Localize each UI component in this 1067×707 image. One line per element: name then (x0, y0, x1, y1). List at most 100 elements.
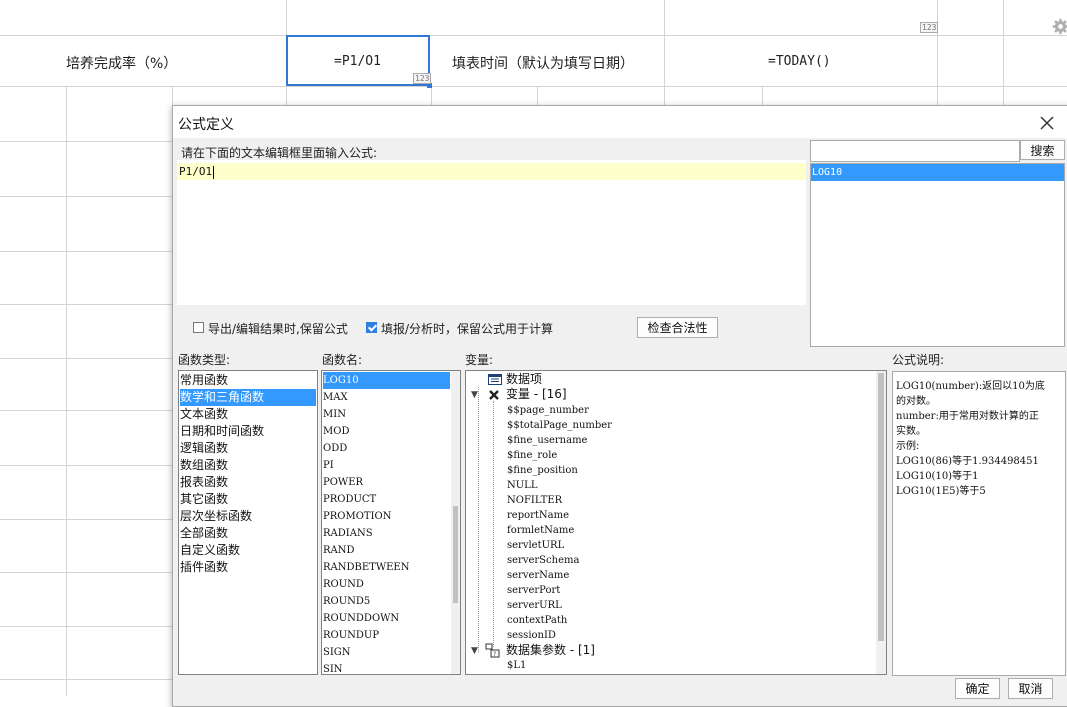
chevron-down-icon[interactable]: ▼ (471, 390, 478, 400)
tree-leaf[interactable]: servletURL (507, 538, 564, 553)
list-item[interactable]: LOG10 (323, 372, 450, 389)
list-item[interactable]: RANDBETWEEN (323, 559, 409, 576)
cell-label-completion-rate[interactable]: 培养完成率（%） (66, 53, 177, 73)
tree-leaf[interactable]: $fine_username (507, 433, 587, 448)
list-item[interactable]: RADIANS (323, 525, 373, 542)
svg-text:?: ? (493, 651, 496, 658)
tree-leaf[interactable]: contextPath (507, 613, 567, 628)
scrollbar-thumb[interactable] (453, 506, 458, 603)
search-results-list[interactable]: LOG10 (810, 163, 1065, 347)
list-item[interactable]: 全部函数 (180, 525, 228, 542)
variable-icon (489, 390, 499, 400)
chevron-down-icon[interactable]: ▼ (471, 646, 478, 656)
list-item[interactable]: 数组函数 (180, 457, 228, 474)
scrollbar-thumb[interactable] (878, 373, 884, 641)
list-item[interactable]: SIN (323, 661, 343, 674)
tree-leaf[interactable]: $L1 (507, 658, 526, 673)
dialog-title-bar[interactable]: 公式定义 (173, 106, 1067, 138)
list-item[interactable]: 其它函数 (180, 491, 228, 508)
function-name-list[interactable]: LOG10 MAX MIN MOD ODD PI POWER PRODUCT P… (321, 370, 461, 675)
list-item[interactable]: MOD (323, 423, 349, 440)
list-item[interactable]: 逻辑函数 (180, 440, 228, 457)
list-item[interactable]: RAND (323, 542, 355, 559)
gear-icon[interactable] (1052, 18, 1067, 35)
export-keep-formula-checkbox[interactable] (193, 322, 204, 333)
list-item[interactable]: ODD (323, 440, 347, 457)
tree-leaf[interactable]: $fine_role (507, 448, 557, 463)
list-item[interactable]: POWER (323, 474, 363, 491)
list-item[interactable]: 数学和三角函数 (180, 389, 316, 406)
list-item[interactable]: ROUNDUP (323, 627, 379, 644)
list-item[interactable]: 文本函数 (180, 406, 228, 423)
function-name-label: 函数名: (322, 353, 363, 367)
list-item[interactable]: 层次坐标函数 (180, 508, 252, 525)
tree-leaf[interactable]: $$totalPage_number (507, 418, 612, 433)
description-line: 示例: (896, 441, 920, 452)
search-result-item[interactable]: LOG10 (811, 164, 1064, 181)
list-item[interactable]: MAX (323, 389, 348, 406)
tree-leaf[interactable]: $$page_number (507, 403, 589, 418)
description-line: LOG10(10)等于1 (896, 471, 979, 482)
cell-label-fill-time[interactable]: 填表时间（默认为填写日期） (452, 53, 634, 73)
description-line: 的对数。 (896, 396, 936, 407)
close-icon[interactable] (1036, 112, 1058, 134)
variable-tree[interactable]: 数据项 ▼ 变量 - [16] $$page_number $$totalPag… (465, 370, 887, 675)
list-item[interactable]: 自定义函数 (180, 542, 240, 559)
list-item[interactable]: PRODUCT (323, 491, 376, 508)
description-line: LOG10(number):返回以10为底 (896, 381, 1045, 392)
tree-leaf[interactable]: serverName (507, 568, 569, 583)
list-item[interactable]: 报表函数 (180, 474, 228, 491)
tree-leaf[interactable]: formletName (507, 523, 574, 538)
formula-description-label: 公式说明: (892, 353, 945, 367)
current-line-highlight: P1/O1 (177, 163, 806, 180)
tree-leaf[interactable]: $fine_position (507, 463, 578, 478)
selected-cell[interactable] (286, 35, 430, 86)
function-type-list[interactable]: 常用函数 数学和三角函数 文本函数 日期和时间函数 逻辑函数 数组函数 报表函数… (178, 370, 318, 675)
description-line: LOG10(86)等于1.934498451 (896, 456, 1039, 467)
description-line: LOG10(1E5)等于5 (896, 486, 986, 497)
tree-node-data-item[interactable]: 数据项 (506, 372, 542, 387)
data-item-icon (488, 374, 502, 385)
list-item[interactable]: 日期和时间函数 (180, 423, 264, 440)
tree-leaf[interactable]: serverURL (507, 598, 562, 613)
formula-text: P1/O1 (179, 165, 215, 179)
list-item[interactable]: ROUND5 (323, 593, 370, 610)
search-button[interactable]: 搜索 (1020, 140, 1065, 160)
editor-hint: 请在下面的文本编辑框里面输入公式: (181, 146, 378, 160)
formula-definition-dialog: 公式定义 请在下面的文本编辑框里面输入公式: P1/O1 搜索 LOG10 导出… (172, 105, 1067, 707)
dataset-parameter-icon: ? (485, 643, 500, 658)
list-item[interactable]: ROUNDDOWN (323, 610, 399, 627)
description-line: number:用于常用对数计算的正 (896, 411, 1039, 422)
function-name-scrollbar[interactable] (451, 371, 460, 674)
tree-leaf[interactable]: NOFILTER (507, 493, 562, 508)
list-item[interactable]: SIGN (323, 644, 351, 661)
list-item[interactable]: MIN (323, 406, 346, 423)
tree-node-dataset-params[interactable]: 数据集参数 - [1] (506, 643, 595, 658)
list-item[interactable]: 插件函数 (180, 559, 228, 576)
description-line: 实数。 (896, 426, 926, 437)
fill-keep-formula-label: 填报/分析时，保留公式用于计算 (381, 322, 554, 336)
formula-editor[interactable]: P1/O1 (177, 160, 806, 305)
variable-tree-scrollbar[interactable] (876, 371, 886, 674)
dialog-title: 公式定义 (178, 117, 234, 133)
formula-description-box: LOG10(number):返回以10为底 的对数。 number:用于常用对数… (892, 371, 1066, 676)
number-format-badge: 123 (413, 73, 432, 84)
function-search-input[interactable] (810, 140, 1020, 162)
export-keep-formula-label: 导出/编辑结果时,保留公式 (208, 322, 348, 336)
function-type-label: 函数类型: (178, 353, 231, 367)
variable-label: 变量: (465, 353, 494, 367)
cell-formula-today[interactable]: =TODAY() (768, 54, 831, 69)
tree-leaf[interactable]: reportName (507, 508, 569, 523)
number-format-badge: 123 (920, 22, 939, 33)
tree-leaf[interactable]: serverSchema (507, 553, 579, 568)
list-item[interactable]: ROUND (323, 576, 364, 593)
list-item[interactable]: 常用函数 (180, 372, 228, 389)
tree-leaf[interactable]: serverPort (507, 583, 560, 598)
fill-keep-formula-checkbox[interactable] (366, 322, 377, 333)
tree-node-variables[interactable]: 变量 - [16] (506, 387, 567, 402)
list-item[interactable]: PI (323, 457, 334, 474)
tree-leaf[interactable]: NULL (507, 478, 537, 493)
list-item[interactable]: PROMOTION (323, 508, 391, 525)
check-validity-button[interactable]: 检查合法性 (637, 317, 718, 338)
tree-leaf[interactable]: sessionID (507, 628, 556, 643)
